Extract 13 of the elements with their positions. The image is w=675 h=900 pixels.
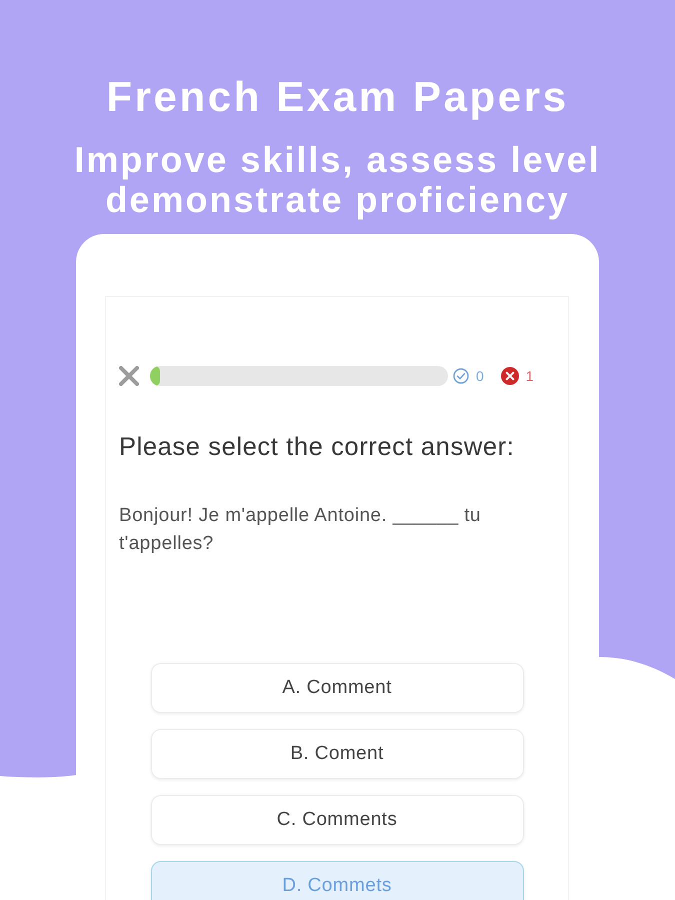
answer-option[interactable]: B. Coment (150, 729, 524, 779)
x-circle-icon (500, 367, 519, 385)
close-icon[interactable] (119, 366, 139, 386)
answer-option[interactable]: A. Comment (150, 663, 524, 713)
answer-option[interactable]: C. Comments (150, 795, 524, 845)
prompt-text: Please select the correct answer: (119, 432, 516, 462)
correct-count: 0 (476, 368, 484, 384)
subtitle-line: Improve skills, assess level (74, 140, 601, 180)
wrong-count: 1 (526, 368, 534, 384)
page-title: French Exam Papers (106, 73, 569, 121)
question-text: Bonjour! Je m'appelle Antoine. ______ tu t'appelles? (119, 504, 482, 556)
check-circle-icon (453, 368, 469, 384)
subtitle-line: demonstrate proficiency (105, 180, 570, 220)
